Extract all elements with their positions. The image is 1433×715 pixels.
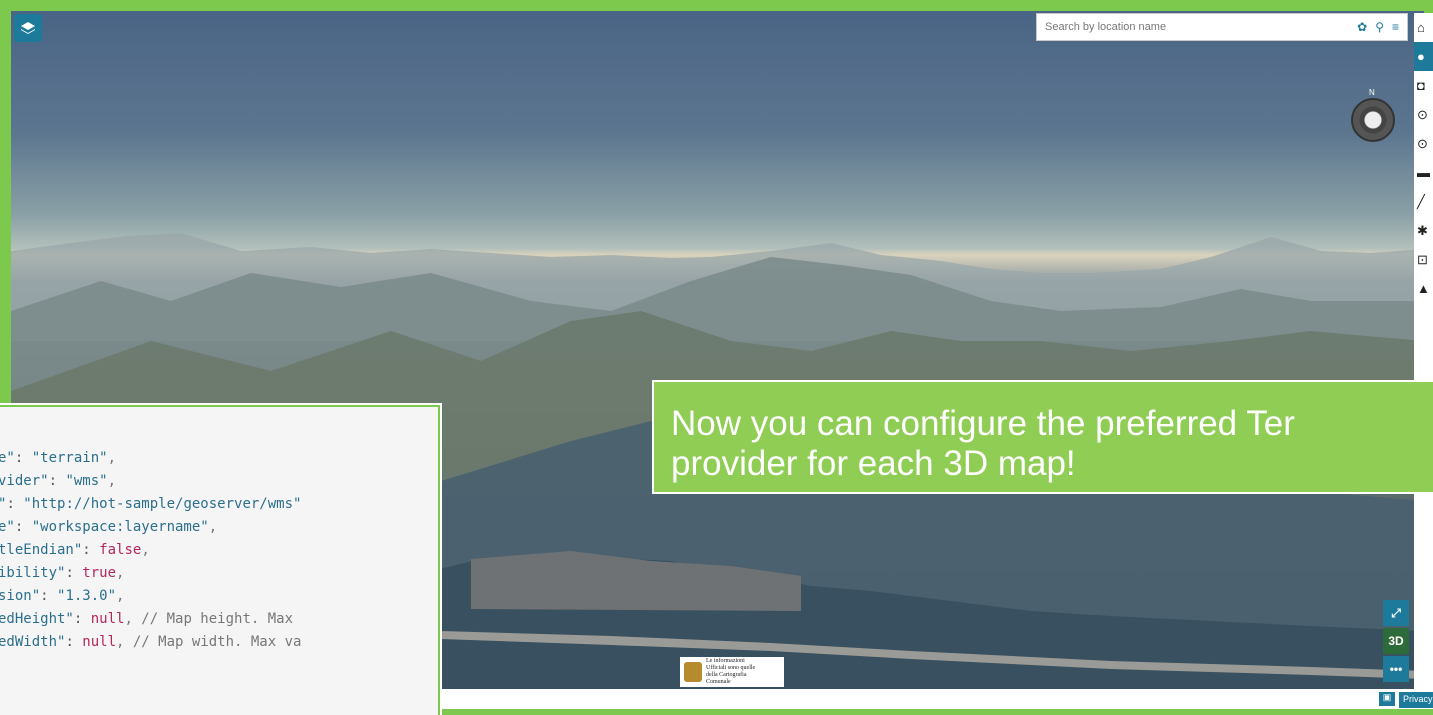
upload-icon[interactable]: ⊙ xyxy=(1414,100,1433,129)
footer-toggle-button[interactable]: ▣ xyxy=(1379,692,1395,706)
code-key: edHeight" xyxy=(0,611,74,627)
attribution-text: Le informazioni Ufficiali sono quelle de… xyxy=(706,658,756,685)
camera-icon[interactable]: ◘ xyxy=(1414,71,1433,100)
home-icon[interactable]: ⌂ xyxy=(1414,13,1433,42)
code-tail: , xyxy=(116,588,125,604)
code-value: null xyxy=(90,611,125,627)
code-line: tleEndian": false, xyxy=(0,542,150,558)
code-tail: , xyxy=(116,565,125,581)
code-value: null xyxy=(82,634,117,650)
code-line: vider": "wms", xyxy=(0,473,117,489)
compass-icon[interactable] xyxy=(1351,98,1395,142)
code-snippet: e": "terrain", vider": "wms", ": "http://h… xyxy=(0,405,440,715)
code-tail: , xyxy=(107,450,117,466)
code-value: "1.3.0" xyxy=(57,588,117,604)
search-bar: ✿ ⚲ ≡ xyxy=(1036,13,1408,41)
code-key: vider" xyxy=(0,473,49,489)
code-value: true xyxy=(82,565,117,581)
code-value: false xyxy=(99,542,142,558)
settings-icon[interactable]: ✿ xyxy=(1357,20,1367,34)
code-key: e" xyxy=(0,519,15,535)
share-icon[interactable]: ⊡ xyxy=(1414,245,1433,274)
fullscreen-button[interactable]: ⤢ xyxy=(1383,600,1409,626)
search-icon[interactable]: ⚲ xyxy=(1375,20,1384,34)
callout-line-1: Now you can configure the preferred Ter xyxy=(671,404,1295,443)
feature-callout: Now you can configure the preferred Ter … xyxy=(652,380,1433,494)
callout-line-2: provider for each 3D map! xyxy=(671,444,1076,483)
menu-icon[interactable]: ≡ xyxy=(1392,20,1399,34)
gear-icon[interactable]: ✱ xyxy=(1414,216,1433,245)
coat-of-arms-icon xyxy=(684,662,702,682)
code-key: ibility" xyxy=(0,565,66,581)
download-icon[interactable]: ⊙ xyxy=(1414,129,1433,158)
measure-icon[interactable]: ╱ xyxy=(1414,187,1433,216)
code-line: edHeight": null, // Map height. Max xyxy=(0,611,294,627)
layers-button[interactable] xyxy=(14,14,42,42)
code-tail: , // Map height. Max xyxy=(124,611,294,627)
3d-toggle-button[interactable]: 3D xyxy=(1383,628,1409,654)
code-line: ": "http://hot-sample/geoserver/wms" xyxy=(0,493,438,516)
more-button[interactable]: ••• xyxy=(1383,656,1409,682)
code-tail: , xyxy=(107,473,117,489)
code-key: tleEndian" xyxy=(0,542,83,558)
code-key: sion" xyxy=(0,588,41,604)
layers-icon xyxy=(21,22,35,34)
code-key: edWidth" xyxy=(0,634,66,650)
code-line: sion": "1.3.0", xyxy=(0,588,125,604)
folder-icon[interactable]: ▬ xyxy=(1414,158,1433,187)
code-value: "http://hot-sample/geoserver/wms" xyxy=(23,496,302,512)
code-line: ibility": true, xyxy=(0,565,125,581)
code-key: e" xyxy=(0,450,15,466)
code-tail: , // Map width. Max va xyxy=(116,634,302,650)
compass-widget[interactable]: N xyxy=(1351,88,1395,148)
search-input[interactable] xyxy=(1045,21,1350,33)
code-value: "terrain" xyxy=(31,450,108,466)
code-tail: , xyxy=(208,519,218,535)
privacy-link[interactable]: Privacy xyxy=(1399,692,1433,708)
code-line: e": "workspace:layername", xyxy=(0,516,438,539)
code-value: "wms" xyxy=(65,473,108,489)
compass-north-label: N xyxy=(1369,88,1375,97)
code-tail: , xyxy=(141,542,150,558)
user-icon[interactable]: ● xyxy=(1414,42,1433,71)
code-line: e": "terrain", xyxy=(0,447,438,470)
attribution-logo[interactable]: Le informazioni Ufficiali sono quelle de… xyxy=(680,657,784,687)
identify-icon[interactable]: ▲ xyxy=(1414,274,1433,303)
code-line: edWidth": null, // Map width. Max va xyxy=(0,634,302,650)
code-value: "workspace:layername" xyxy=(31,519,209,535)
right-toolbar: ⌂ ● ◘ ⊙ ⊙ ▬ ╱ ✱ ⊡ ▲ xyxy=(1414,13,1433,689)
